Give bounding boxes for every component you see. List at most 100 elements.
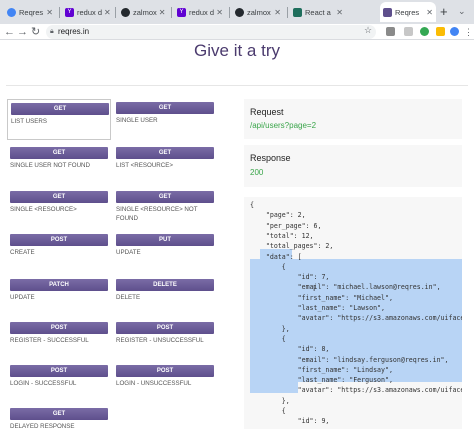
yahoo-icon: Y bbox=[177, 7, 186, 17]
tab-search-icon[interactable]: ⌄ bbox=[458, 6, 466, 17]
code-line: "avatar": "https://s3.amazonaws.com/uifa… bbox=[250, 314, 462, 323]
tab-label: redux d bbox=[77, 7, 103, 17]
close-icon[interactable]: ✕ bbox=[157, 8, 166, 17]
back-arrow-icon[interactable]: ← bbox=[4, 25, 15, 39]
browser-toolbar: ← → ↻ 🔒︎ reqres.in ☆ ⋮ bbox=[0, 24, 474, 40]
endpoint-card-update-patch[interactable]: PATCH UPDATE bbox=[7, 276, 111, 310]
github-icon bbox=[235, 7, 244, 17]
endpoint-card-register-unsuccessful[interactable]: POST REGISTER - UNSUCCESSFUL bbox=[113, 319, 217, 353]
code-line: "total_pages": 2, bbox=[250, 242, 334, 251]
method-badge: POST bbox=[116, 365, 214, 377]
endpoint-label: UPDATE bbox=[116, 249, 141, 256]
browser-tab[interactable]: zalmox ✕ bbox=[118, 2, 168, 22]
forward-arrow-icon[interactable]: → bbox=[17, 25, 28, 39]
browser-tab[interactable]: Y redux d ✕ bbox=[62, 2, 112, 22]
endpoint-card-delete[interactable]: DELETE DELETE bbox=[113, 276, 217, 310]
code-line: "id": 9, bbox=[250, 417, 330, 426]
endpoint-card-login-successful[interactable]: POST LOGIN - SUCCESSFUL bbox=[7, 362, 111, 396]
code-line: "last_name": "Lawson", bbox=[250, 304, 385, 312]
endpoint-label: REGISTER - SUCCESSFUL bbox=[10, 337, 89, 344]
method-badge: GET bbox=[10, 191, 108, 203]
close-icon[interactable]: ✕ bbox=[102, 8, 111, 17]
endpoint-card-single-resource[interactable]: GET SINGLE <RESOURCE> bbox=[7, 188, 111, 222]
page-title: Give it a try bbox=[194, 41, 280, 60]
lock-icon: 🔒︎ bbox=[50, 28, 54, 35]
endpoint-card-login-unsuccessful[interactable]: POST LOGIN - UNSUCCESSFUL bbox=[113, 362, 217, 396]
response-status: 200 bbox=[250, 168, 264, 177]
browser-tab[interactable]: React a ✕ bbox=[290, 2, 346, 22]
code-line: "email": "lindsay.ferguson@reqres.in", bbox=[250, 355, 449, 364]
tab-separator bbox=[171, 7, 172, 18]
endpoint-card-single-resource-not-found[interactable]: GET SINGLE <RESOURCE> NOT FOUND bbox=[113, 188, 217, 228]
close-icon[interactable]: ✕ bbox=[44, 8, 53, 17]
endpoint-label: SINGLE <RESOURCE> NOT FOUND bbox=[116, 206, 198, 222]
close-icon[interactable]: ✕ bbox=[334, 8, 343, 17]
method-badge: PATCH bbox=[10, 279, 108, 291]
browser-tab-bar: Reqres ✕ Y redux d ✕ zalmox ✕ Y redux d … bbox=[0, 0, 474, 24]
endpoint-label: LIST USERS bbox=[11, 118, 47, 125]
endpoint-card-list-users[interactable]: GET LIST USERS bbox=[7, 99, 111, 140]
response-heading: Response bbox=[250, 153, 291, 163]
code-line: "avatar": "https://s3.amazonaws.com/uifa… bbox=[250, 386, 462, 395]
tab-separator bbox=[59, 7, 60, 18]
tab-label: zalmox bbox=[247, 7, 271, 17]
endpoint-card-update-put[interactable]: PUT UPDATE bbox=[113, 231, 217, 265]
close-icon[interactable]: ✕ bbox=[214, 8, 223, 17]
close-icon[interactable]: ✕ bbox=[424, 8, 433, 17]
endpoint-card-single-user-not-found[interactable]: GET SINGLE USER NOT FOUND bbox=[7, 144, 111, 178]
browser-tab-active[interactable]: Reqres ✕ bbox=[380, 2, 436, 22]
extension-icon[interactable] bbox=[420, 27, 429, 36]
extension-icon[interactable] bbox=[404, 27, 413, 36]
github-icon bbox=[121, 7, 130, 17]
method-badge: GET bbox=[116, 147, 214, 159]
tab-label: Reqres bbox=[395, 7, 420, 17]
method-badge: GET bbox=[10, 147, 108, 159]
code-line: "id": 8, bbox=[250, 345, 330, 354]
code-line: "email": "michael.lawson@reqres.in", bbox=[250, 283, 441, 292]
tab-label: redux d bbox=[189, 7, 215, 17]
endpoint-card-list-resource[interactable]: GET LIST <RESOURCE> bbox=[113, 144, 217, 178]
code-line: { bbox=[250, 407, 286, 415]
method-badge: POST bbox=[10, 234, 108, 246]
reload-icon[interactable]: ↻ bbox=[31, 25, 40, 39]
endpoint-label: REGISTER - UNSUCCESSFUL bbox=[116, 337, 204, 344]
bookmark-star-icon[interactable]: ☆ bbox=[364, 25, 372, 36]
endpoint-card-register-successful[interactable]: POST REGISTER - SUCCESSFUL bbox=[7, 319, 111, 353]
method-badge: GET bbox=[116, 191, 214, 203]
chrome-icon bbox=[7, 7, 16, 17]
address-bar[interactable]: 🔒︎ reqres.in bbox=[46, 25, 376, 39]
code-line: }, bbox=[250, 324, 290, 333]
tab-label: React a bbox=[305, 7, 331, 17]
reqres-icon bbox=[383, 7, 392, 17]
new-tab-button[interactable]: + bbox=[440, 4, 448, 19]
method-badge: GET bbox=[116, 102, 214, 114]
browser-tab[interactable]: zalmox ✕ bbox=[232, 2, 284, 22]
extension-icon[interactable] bbox=[450, 27, 459, 36]
url-text: reqres.in bbox=[58, 27, 90, 36]
yahoo-icon: Y bbox=[65, 7, 74, 17]
endpoint-card-delayed-response[interactable]: GET DELAYED RESPONSE bbox=[7, 405, 111, 430]
code-line: "first_name": "Michael", bbox=[250, 293, 393, 302]
method-badge: POST bbox=[10, 322, 108, 334]
code-line: "data": [ bbox=[250, 252, 302, 261]
endpoint-card-create[interactable]: POST CREATE bbox=[7, 231, 111, 265]
code-line: { bbox=[250, 201, 254, 209]
endpoint-card-single-user[interactable]: GET SINGLE USER bbox=[113, 99, 217, 140]
extension-icon[interactable] bbox=[436, 27, 445, 36]
code-line: "page": 2, bbox=[250, 211, 306, 220]
request-panel: Request /api/users?page=2 bbox=[244, 99, 462, 139]
endpoint-label: SINGLE <RESOURCE> bbox=[10, 206, 77, 213]
method-badge: DELETE bbox=[116, 279, 214, 291]
close-icon[interactable]: ✕ bbox=[272, 8, 281, 17]
response-panel: Response 200 bbox=[244, 145, 462, 187]
endpoint-label: CREATE bbox=[10, 249, 35, 256]
code-line: { bbox=[250, 334, 286, 343]
method-badge: GET bbox=[11, 103, 109, 115]
browser-tab[interactable]: Reqres ✕ bbox=[4, 2, 56, 22]
extension-icon[interactable] bbox=[386, 27, 395, 36]
code-line: }, bbox=[250, 396, 290, 405]
endpoint-label: DELETE bbox=[116, 294, 141, 301]
browser-tab[interactable]: Y redux d ✕ bbox=[174, 2, 226, 22]
menu-kebab-icon[interactable]: ⋮ bbox=[464, 25, 473, 39]
endpoint-label: LOGIN - UNSUCCESSFUL bbox=[116, 380, 192, 387]
